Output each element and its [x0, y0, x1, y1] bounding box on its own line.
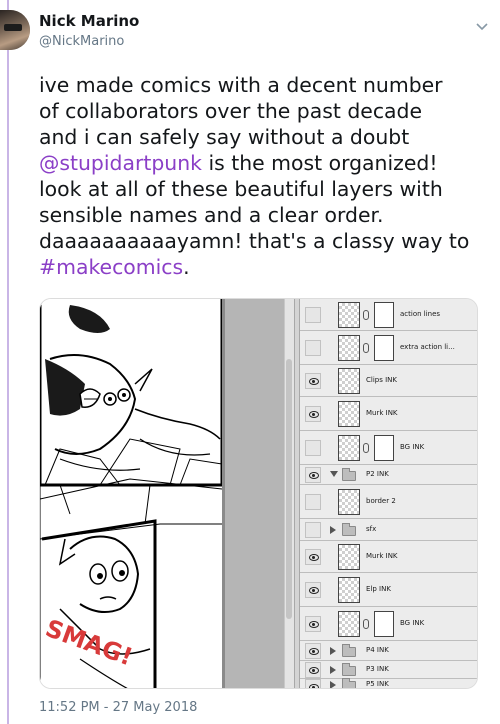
layer-row[interactable]: Murk INK: [300, 541, 477, 573]
layer-name: Murk INK: [366, 409, 398, 417]
canvas-background: [222, 299, 292, 688]
folder-icon: [342, 678, 356, 688]
layer-row[interactable]: Murk INK: [300, 397, 477, 431]
eye-visibility-icon[interactable]: [305, 616, 321, 632]
layer-group-row[interactable]: P3 INK: [300, 661, 477, 679]
layer-mask-thumbnail: [374, 435, 394, 461]
layer-mask-thumbnail: [374, 335, 394, 361]
expand-right-icon[interactable]: [330, 681, 336, 688]
eye-visibility-icon[interactable]: [305, 582, 321, 598]
layer-row[interactable]: BG INK: [300, 431, 477, 465]
author-handle[interactable]: @NickMarino: [39, 34, 124, 49]
scrollbar-thumb[interactable]: [286, 359, 292, 619]
tweet-text-part: ive made comics with a decent number of …: [39, 73, 443, 149]
mention-link[interactable]: @stupidartpunk: [39, 151, 202, 175]
layer-name: P4 INK: [366, 646, 389, 654]
tweet-header: Nick Marino @NickMarino: [0, 0, 500, 60]
layer-name: P5 INK: [366, 680, 389, 688]
layer-thumbnail: [338, 611, 360, 637]
visibility-toggle[interactable]: [305, 340, 321, 356]
folder-icon: [342, 468, 356, 481]
author-name[interactable]: Nick Marino: [39, 12, 139, 30]
link-chain-icon: [363, 343, 369, 353]
layer-name: BG INK: [400, 619, 425, 627]
eye-visibility-icon[interactable]: [305, 643, 321, 659]
layer-row[interactable]: border 2: [300, 485, 477, 519]
layer-thumbnail: [338, 489, 360, 515]
eye-visibility-icon[interactable]: [305, 467, 321, 483]
layer-group-row[interactable]: sfx: [300, 519, 477, 541]
expand-right-icon[interactable]: [330, 666, 336, 674]
canvas-edge: [222, 299, 225, 688]
eye-visibility-icon[interactable]: [305, 679, 321, 688]
folder-icon: [342, 663, 356, 676]
layer-name: sfx: [366, 525, 377, 533]
visibility-toggle[interactable]: [305, 440, 321, 456]
expand-right-icon[interactable]: [330, 526, 336, 534]
expand-right-icon[interactable]: [330, 647, 336, 655]
link-chain-icon: [363, 310, 369, 320]
layer-name: Clips INK: [366, 376, 397, 384]
eye-visibility-icon[interactable]: [305, 662, 321, 678]
tweet-media-image[interactable]: SMAG! action lines extra action li... Clip…: [39, 298, 478, 689]
layer-name: BG INK: [400, 443, 425, 451]
link-chain-icon: [363, 443, 369, 453]
comic-artwork: SMAG!: [40, 299, 224, 688]
layer-mask-thumbnail: [374, 611, 394, 637]
layer-name: extra action li...: [400, 343, 455, 351]
layer-thumbnail: [338, 577, 360, 603]
layer-row[interactable]: Clips INK: [300, 365, 477, 397]
layer-thumbnail: [338, 335, 360, 361]
eye-visibility-icon[interactable]: [305, 549, 321, 565]
chevron-down-icon[interactable]: [475, 20, 489, 34]
layer-row[interactable]: action lines: [300, 299, 477, 331]
visibility-toggle[interactable]: [305, 522, 321, 538]
layer-thumbnail: [338, 544, 360, 570]
layer-name: P3 INK: [366, 665, 389, 673]
link-chain-icon: [363, 619, 369, 629]
layer-thumbnail: [338, 401, 360, 427]
layer-thumbnail: [338, 302, 360, 328]
thread-line: [7, 0, 9, 724]
layer-thumbnail: [338, 435, 360, 461]
comic-drawing: SMAG!: [40, 299, 224, 688]
folder-icon: [342, 523, 356, 536]
tweet-text: ive made comics with a decent number of …: [39, 72, 494, 280]
layer-group-row[interactable]: P2 INK: [300, 465, 477, 485]
layer-mask-thumbnail: [374, 302, 394, 328]
layer-row[interactable]: BG INK: [300, 607, 477, 641]
folder-icon: [342, 644, 356, 657]
layer-row[interactable]: extra action li...: [300, 331, 477, 365]
layer-row[interactable]: Elp INK: [300, 573, 477, 607]
avatar[interactable]: [0, 10, 30, 50]
expand-down-icon[interactable]: [330, 471, 338, 477]
layer-name: Elp INK: [366, 585, 391, 593]
layers-panel: action lines extra action li... Clips INK M…: [300, 299, 477, 688]
tweet-timestamp[interactable]: 11:52 PM - 27 May 2018: [39, 700, 197, 715]
tweet-text-part: .: [183, 255, 190, 279]
layer-group-row[interactable]: P5 INK: [300, 678, 477, 688]
layer-thumbnail: [338, 368, 360, 394]
hashtag-link[interactable]: #makecomics: [39, 255, 183, 279]
layer-name: P2 INK: [366, 470, 389, 478]
layer-name: action lines: [400, 310, 441, 318]
eye-visibility-icon[interactable]: [305, 373, 321, 389]
eye-visibility-icon[interactable]: [305, 406, 321, 422]
layer-group-row[interactable]: P4 INK: [300, 641, 477, 661]
layer-name: border 2: [366, 497, 396, 505]
layer-name: Murk INK: [366, 552, 398, 560]
visibility-toggle[interactable]: [305, 307, 321, 323]
visibility-toggle[interactable]: [305, 494, 321, 510]
